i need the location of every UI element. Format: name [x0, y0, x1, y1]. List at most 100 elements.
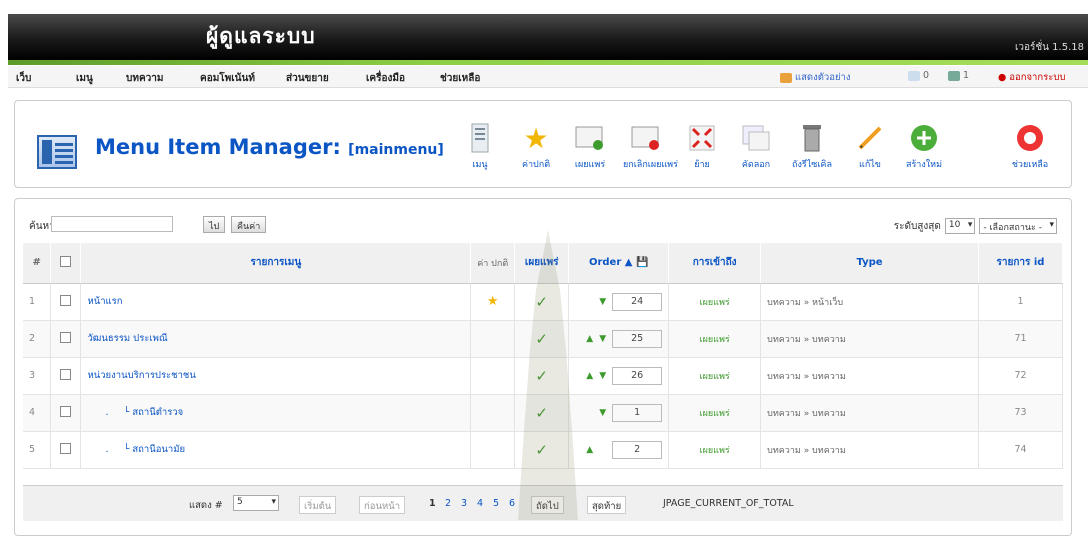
row-type-cell: บทความ » บทความ: [760, 357, 979, 395]
pager-page-5[interactable]: 5: [493, 498, 499, 509]
toolbar-default-label: ค่าปกติ: [521, 160, 551, 170]
admin-header: ผู้ดูแลระบบ เวอร์ชั่น 1.5.18: [8, 14, 1088, 60]
default-star-icon[interactable]: ★: [487, 294, 499, 309]
col-itemid[interactable]: รายการ id: [978, 243, 1064, 284]
menu-extensions[interactable]: ส่วนขยาย: [286, 71, 329, 86]
row-order-cell: ▲ ▼ 25: [568, 320, 670, 358]
default-star-icon: ★: [523, 121, 549, 155]
menu-item-link[interactable]: สถานีตำรวจ: [132, 407, 183, 418]
row-checkbox[interactable]: [60, 368, 72, 380]
row-checkbox-cell: [50, 357, 82, 395]
menu-item-link[interactable]: วัฒนธรรม ประเพณี: [87, 333, 167, 344]
menu-item-link[interactable]: สถานีอนามัย: [132, 444, 185, 455]
search-input[interactable]: [51, 216, 173, 232]
row-checkbox-cell: [50, 431, 82, 469]
order-up-icon[interactable]: ▲: [586, 371, 593, 381]
menu-site[interactable]: เว็บ: [16, 71, 31, 86]
level-label: ระดับสูงสุด: [893, 220, 941, 232]
access-link[interactable]: เผยแพร่: [700, 372, 730, 382]
pager-prev-button[interactable]: ก่อนหน้า: [359, 496, 406, 514]
messages-count[interactable]: 0: [908, 70, 929, 81]
pager-page-4[interactable]: 4: [477, 498, 483, 509]
display-label: แสดง #: [189, 500, 223, 511]
col-type[interactable]: Type: [760, 243, 979, 284]
order-down-icon[interactable]: ▼: [599, 371, 606, 381]
display-limit-select[interactable]: 5: [233, 495, 279, 511]
order-input[interactable]: 24: [612, 292, 663, 311]
row-type-cell: บทความ » บทความ: [760, 320, 979, 358]
order-up-icon[interactable]: ▲: [586, 334, 593, 344]
menu-components[interactable]: คอมโพเน้นท์: [200, 71, 255, 86]
menu-icon: [465, 123, 495, 153]
row-name-cell: . └ สถานีอนามัย: [80, 431, 472, 469]
preview-icon: [780, 72, 792, 83]
toolbar-default-button[interactable]: ★ ค่าปกติ: [513, 121, 559, 171]
row-default-cell: [470, 320, 516, 358]
row-checkbox[interactable]: [60, 331, 72, 343]
menu-item-link[interactable]: หน่วยงานบริการประชาชน: [87, 370, 195, 381]
save-order-icon[interactable]: 💾: [636, 257, 648, 268]
access-link[interactable]: เผยแพร่: [700, 409, 730, 419]
pager-page-2[interactable]: 2: [445, 498, 451, 509]
toolbar-edit-label: แก้ไข: [859, 160, 881, 170]
mail-icon: [908, 70, 920, 81]
row-access-cell: เผยแพร่: [668, 283, 762, 321]
messages-value: 0: [923, 70, 930, 81]
access-link[interactable]: เผยแพร่: [700, 298, 730, 308]
col-access[interactable]: การเข้าถึง: [668, 243, 762, 284]
row-name-cell: หน่วยงานบริการประชาชน: [80, 357, 472, 395]
access-link[interactable]: เผยแพร่: [700, 335, 730, 345]
order-input[interactable]: 2: [612, 440, 663, 459]
header-title: ผู้ดูแลระบบ: [206, 24, 316, 48]
col-menu-item[interactable]: รายการเมนู: [80, 243, 472, 284]
row-default-cell: ★: [470, 283, 516, 321]
menu-tools[interactable]: เครื่องมือ: [366, 71, 405, 86]
users-count[interactable]: 1: [948, 70, 969, 81]
toolbar-new-button[interactable]: สร้างใหม่: [901, 123, 947, 171]
access-link[interactable]: เผยแพร่: [700, 446, 730, 456]
col-num: #: [23, 243, 52, 284]
row-checkbox[interactable]: [60, 405, 72, 417]
logout-link[interactable]: ● ออกจากระบบ: [998, 70, 1065, 85]
pager-start-button[interactable]: เริ่มต้น: [299, 496, 337, 514]
check-all-checkbox[interactable]: [60, 255, 72, 267]
menu-content[interactable]: บทความ: [126, 71, 163, 86]
search-go-button[interactable]: ไป: [203, 216, 226, 233]
row-checkbox[interactable]: [60, 442, 72, 454]
order-input[interactable]: 1: [612, 403, 663, 422]
toolbar-trash-button[interactable]: ถังรีไซเคิล: [789, 123, 835, 171]
toolbar-copy-button[interactable]: คัดลอก: [733, 123, 779, 171]
toolbar-move-button[interactable]: ย้าย: [679, 123, 725, 171]
preview-link[interactable]: แสดงตัวอย่าง: [780, 70, 850, 85]
order-input[interactable]: 26: [612, 366, 663, 385]
pager-status: JPAGE_CURRENT_OF_TOTAL: [663, 498, 794, 509]
order-down-icon[interactable]: ▼: [599, 297, 606, 307]
menu-help[interactable]: ช่วยเหลือ: [440, 71, 480, 86]
order-input[interactable]: 25: [612, 329, 663, 348]
menu-item-link[interactable]: หน้าแรก: [87, 296, 122, 307]
search-reset-button[interactable]: คืนค่า: [231, 216, 267, 233]
level-state-filters: ระดับสูงสุด 10 - เลือกสถานะ -: [894, 218, 1057, 234]
row-number: 4: [23, 394, 52, 432]
row-order-cell: ▲ ▼ 2: [568, 431, 670, 469]
toolbar-help-button[interactable]: ช่วยเหลือ: [1007, 123, 1053, 171]
pager-page-3[interactable]: 3: [461, 498, 467, 509]
col-order[interactable]: Order ▲ 💾: [568, 243, 670, 284]
order-down-icon[interactable]: ▼: [599, 408, 606, 418]
logout-label: ออกจากระบบ: [1009, 72, 1066, 83]
pager-page-6[interactable]: 6: [509, 498, 515, 509]
toolbar-menus-button[interactable]: เมนู: [457, 123, 503, 171]
level-select[interactable]: 10: [944, 218, 976, 234]
row-order-cell: ▲ ▼ 26: [568, 357, 670, 395]
order-down-icon[interactable]: ▼: [599, 334, 606, 344]
pager-end-button[interactable]: สุดท้าย: [587, 496, 627, 514]
pager-page-1[interactable]: 1: [429, 498, 436, 509]
row-access-cell: เผยแพร่: [668, 320, 762, 358]
row-checkbox[interactable]: [60, 294, 72, 306]
state-select[interactable]: - เลือกสถานะ -: [979, 218, 1057, 234]
toolbar-edit-button[interactable]: แก้ไข: [847, 123, 893, 171]
toolbar-unpublish-button[interactable]: ยกเลิกเผยแพร่: [623, 123, 678, 171]
menu-menus[interactable]: เมนู: [76, 71, 93, 86]
order-up-icon[interactable]: ▲: [586, 445, 593, 455]
toolbar-publish-button[interactable]: เผยแพร่: [567, 123, 613, 171]
